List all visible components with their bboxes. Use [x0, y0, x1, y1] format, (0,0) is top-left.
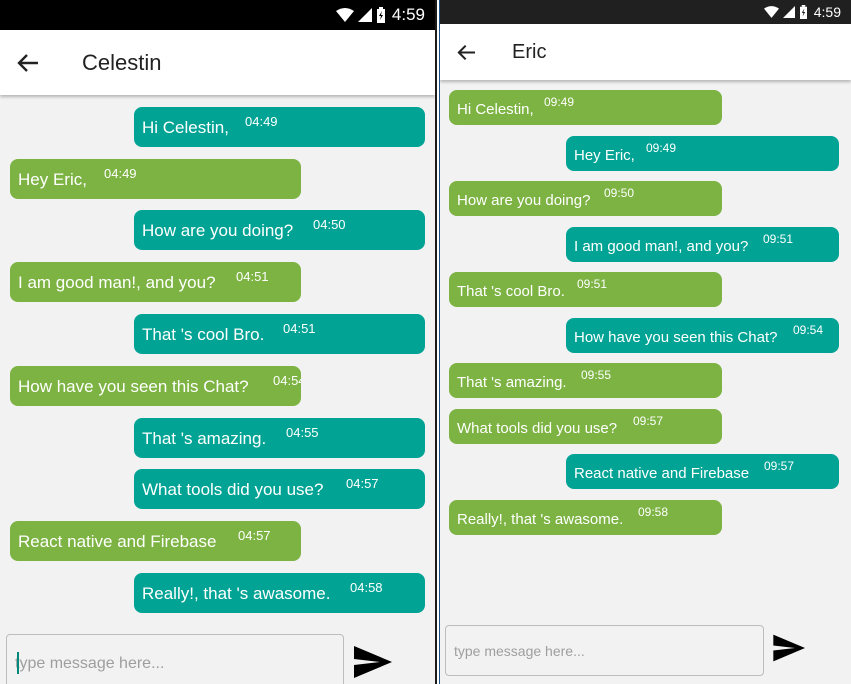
message-text: Really!, that 's awasome.	[457, 511, 624, 528]
message-bubble[interactable]: That 's amazing. 09:55	[449, 363, 722, 398]
message-text: I am good man!, and you?	[574, 238, 749, 255]
message-text: What tools did you use?	[457, 420, 618, 437]
message-input-box	[6, 634, 344, 684]
message-text: That 's amazing.	[142, 429, 267, 448]
back-button[interactable]	[440, 24, 492, 80]
message-text: How are you doing?	[142, 221, 294, 240]
status-bar: 4:59	[440, 0, 851, 24]
message-time: 09:50	[604, 186, 635, 200]
send-button[interactable]	[354, 644, 394, 684]
message-text: That 's cool Bro.	[142, 325, 265, 344]
message-bubble[interactable]: That 's cool Bro. 09:51	[449, 272, 722, 307]
message-time: 09:57	[633, 414, 664, 428]
message-time: 09:57	[764, 459, 795, 473]
message-bubble[interactable]: Hi Celestin, 09:49	[449, 90, 722, 125]
message-time: 04:49	[245, 114, 278, 129]
signal-icon	[782, 6, 795, 18]
text-cursor	[17, 652, 19, 674]
message-time: 09:58	[638, 505, 669, 519]
message-bubble[interactable]: Hey Eric, 04:49	[10, 159, 301, 199]
arrow-left-icon	[456, 44, 475, 60]
chat-header: Eric	[440, 24, 851, 80]
signal-icon	[357, 8, 372, 22]
message-time: 09:54	[793, 323, 824, 337]
message-bubble[interactable]: React native and Firebase 04:57	[10, 521, 301, 561]
battery-charging-icon	[376, 7, 385, 23]
message-text: Hi Celestin,	[142, 118, 229, 137]
message-text: Really!, that 's awasome.	[142, 584, 331, 603]
chat-header: Celestin	[0, 30, 435, 95]
status-icons	[763, 5, 808, 19]
message-bubble[interactable]: How are you doing? 04:50	[134, 210, 425, 250]
message-bubble[interactable]: That 's cool Bro. 04:51	[134, 314, 425, 354]
message-text: That 's amazing.	[457, 374, 567, 391]
message-time: 04:51	[283, 321, 316, 336]
message-bubble[interactable]: How have you seen this Chat? 09:54	[566, 318, 839, 353]
message-text: React native and Firebase	[574, 465, 750, 482]
message-bubble[interactable]: React native and Firebase 09:57	[566, 454, 839, 489]
message-time: 09:49	[544, 95, 575, 109]
wifi-icon	[763, 6, 779, 18]
message-bubble[interactable]: I am good man!, and you? 04:51	[10, 262, 301, 302]
chat-screen-celestin: 4:59 Celestin Hi Celestin, 04:49 Hey Eri…	[0, 0, 437, 684]
message-bubble[interactable]: Really!, that 's awasome. 09:58	[449, 500, 722, 535]
status-bar: 4:59	[0, 0, 435, 30]
message-time: 04:57	[346, 476, 379, 491]
message-time: 04:58	[350, 580, 383, 595]
message-time: 04:49	[104, 166, 137, 181]
message-time: 09:55	[581, 368, 612, 382]
message-text: Hey Eric,	[18, 170, 87, 189]
message-bubble[interactable]: Really!, that 's awasome. 04:58	[134, 573, 425, 613]
message-bubble[interactable]: How have you seen this Chat? 04:54	[10, 366, 301, 406]
chat-screen-eric: 4:59 Eric Hi Celestin, 09:49 Hey Eric, 0…	[439, 0, 851, 684]
message-input[interactable]	[7, 635, 343, 684]
contact-name: Eric	[512, 40, 547, 63]
arrow-left-icon	[17, 53, 38, 72]
message-text: What tools did you use?	[142, 480, 324, 499]
message-bubble[interactable]: How are you doing? 09:50	[449, 181, 722, 216]
message-text: Hi Celestin,	[457, 101, 534, 118]
message-time: 04:57	[238, 528, 271, 543]
message-bubble[interactable]: I am good man!, and you? 09:51	[566, 227, 839, 262]
message-input[interactable]	[446, 626, 763, 675]
message-bubble[interactable]: What tools did you use? 04:57	[134, 469, 425, 509]
message-input-box	[445, 625, 764, 676]
message-time: 04:55	[286, 425, 319, 440]
message-time: 04:50	[313, 217, 346, 232]
back-button[interactable]	[0, 30, 56, 95]
wifi-icon	[335, 8, 354, 22]
message-time: 04:51	[236, 269, 269, 284]
message-text: I am good man!, and you?	[18, 273, 216, 292]
message-time: 09:51	[577, 277, 608, 291]
status-time: 4:59	[391, 5, 425, 24]
message-text: How have you seen this Chat?	[18, 377, 249, 396]
message-bubble[interactable]: What tools did you use? 09:57	[449, 409, 722, 444]
message-text: How have you seen this Chat?	[574, 329, 778, 346]
message-text: How are you doing?	[457, 192, 591, 209]
message-bubble[interactable]: That 's amazing. 04:55	[134, 418, 425, 458]
status-icons	[335, 7, 386, 23]
message-time: 09:51	[763, 232, 794, 246]
send-icon	[354, 646, 392, 678]
status-time: 4:59	[813, 4, 841, 20]
message-text: React native and Firebase	[18, 532, 217, 551]
contact-name: Celestin	[82, 49, 162, 75]
send-icon	[773, 634, 805, 662]
message-text: That 's cool Bro.	[457, 283, 565, 300]
message-time: 09:49	[646, 141, 677, 155]
message-time: 04:54	[273, 373, 301, 388]
battery-charging-icon	[799, 5, 807, 19]
message-bubble[interactable]: Hey Eric, 09:49	[566, 136, 839, 171]
message-bubble[interactable]: Hi Celestin, 04:49	[134, 107, 425, 147]
message-text: Hey Eric,	[574, 147, 635, 164]
send-button[interactable]	[773, 633, 807, 668]
